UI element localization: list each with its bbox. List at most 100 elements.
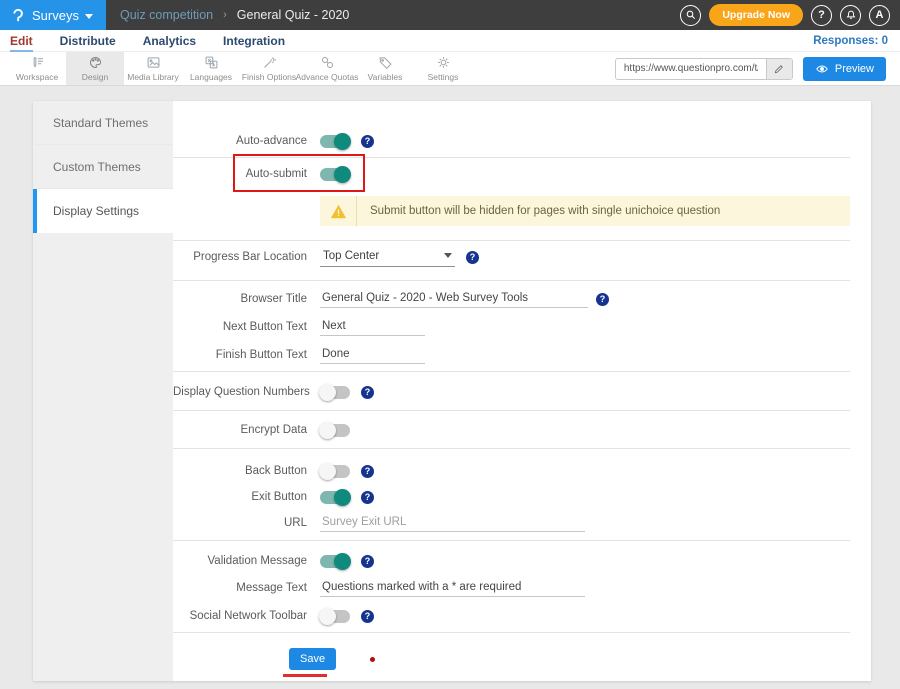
browser-title-input[interactable] bbox=[320, 290, 588, 308]
exit-url-row: URL bbox=[173, 510, 850, 536]
toolbar-item-workspace[interactable]: Workspace bbox=[8, 52, 66, 85]
encrypt-data-label: Encrypt Data bbox=[173, 424, 320, 436]
help-icon[interactable] bbox=[596, 293, 609, 306]
upgrade-now-button[interactable]: Upgrade Now bbox=[709, 4, 803, 26]
toolbar-item-variables[interactable]: Variables bbox=[356, 52, 414, 85]
auto-submit-row: Auto-submit bbox=[173, 161, 850, 187]
finish-options-wand-icon bbox=[262, 55, 277, 70]
variables-tag-icon bbox=[378, 55, 393, 70]
auto-submit-toggle[interactable] bbox=[320, 168, 350, 181]
browser-title-row: Browser Title bbox=[173, 286, 850, 312]
display-settings-panel: Standard Themes Custom Themes Display Se… bbox=[33, 101, 871, 681]
save-button[interactable]: Save bbox=[289, 648, 336, 670]
questionpro-logo-icon bbox=[10, 6, 26, 24]
back-button-label: Back Button bbox=[173, 465, 320, 477]
help-icon[interactable] bbox=[466, 251, 479, 264]
divider bbox=[173, 280, 850, 281]
toolbar-item-languages[interactable]: Languages bbox=[182, 52, 240, 85]
toolbar-item-settings[interactable]: Settings bbox=[414, 52, 472, 85]
save-row: Save bbox=[173, 647, 850, 671]
display-settings-content: Auto-advance Auto-submit Submit button w… bbox=[173, 101, 872, 681]
message-text-row: Message Text bbox=[173, 575, 850, 601]
validation-message-label: Validation Message bbox=[173, 555, 320, 567]
search-icon[interactable] bbox=[680, 5, 701, 26]
progress-bar-location-value: Top Center bbox=[323, 250, 379, 262]
toolbar-item-media-library[interactable]: Media Library bbox=[124, 52, 182, 85]
breadcrumb-survey-name: General Quiz - 2020 bbox=[237, 8, 350, 22]
social-network-toolbar-row: Social Network Toolbar bbox=[173, 603, 850, 629]
divider bbox=[173, 371, 850, 372]
media-library-icon bbox=[146, 55, 161, 70]
breadcrumb-separator: › bbox=[223, 9, 227, 21]
auto-advance-label: Auto-advance bbox=[173, 135, 320, 147]
message-text-input[interactable] bbox=[320, 579, 585, 597]
divider bbox=[173, 632, 850, 633]
avatar[interactable]: A bbox=[869, 5, 890, 26]
toolbar-item-finish-options[interactable]: Finish Options bbox=[240, 52, 298, 85]
warning-icon bbox=[320, 203, 356, 220]
auto-advance-toggle[interactable] bbox=[320, 135, 350, 148]
exit-button-row: Exit Button bbox=[173, 484, 850, 510]
toolbar-right: Preview bbox=[615, 52, 900, 85]
divider bbox=[173, 410, 850, 411]
chevron-down-icon bbox=[444, 253, 452, 258]
sidebar-item-display-settings[interactable]: Display Settings bbox=[33, 189, 173, 233]
next-button-text-label: Next Button Text bbox=[173, 321, 320, 333]
help-icon[interactable] bbox=[361, 135, 374, 148]
auto-advance-row: Auto-advance bbox=[173, 128, 850, 154]
tab-analytics[interactable]: Analytics bbox=[143, 34, 196, 48]
message-text-label: Message Text bbox=[173, 582, 320, 594]
red-dot-annotation bbox=[370, 657, 375, 662]
finish-button-text-label: Finish Button Text bbox=[173, 349, 320, 361]
divider bbox=[173, 448, 850, 449]
progress-bar-location-select[interactable]: Top Center bbox=[320, 248, 455, 267]
back-button-row: Back Button bbox=[173, 458, 850, 484]
encrypt-data-toggle[interactable] bbox=[320, 424, 350, 437]
next-button-text-input[interactable] bbox=[320, 318, 425, 336]
help-icon[interactable] bbox=[361, 555, 374, 568]
help-icon[interactable] bbox=[361, 465, 374, 478]
exit-url-label: URL bbox=[173, 517, 320, 529]
tab-distribute[interactable]: Distribute bbox=[60, 34, 116, 48]
display-question-numbers-row: Display Question Numbers bbox=[173, 379, 850, 405]
exit-url-input[interactable] bbox=[320, 514, 585, 532]
breadcrumb-folder[interactable]: Quiz competition bbox=[120, 8, 213, 22]
next-button-text-row: Next Button Text bbox=[173, 314, 850, 340]
survey-url-input[interactable] bbox=[616, 63, 766, 74]
sidebar-item-custom-themes[interactable]: Custom Themes bbox=[33, 145, 173, 189]
divider bbox=[173, 157, 850, 158]
responses-count[interactable]: Responses: 0 bbox=[813, 35, 900, 47]
survey-nav: Edit Distribute Analytics Integration Re… bbox=[0, 30, 900, 52]
validation-message-toggle[interactable] bbox=[320, 555, 350, 568]
display-question-numbers-toggle[interactable] bbox=[320, 386, 350, 399]
settings-gear-icon bbox=[436, 55, 451, 70]
social-network-toolbar-toggle[interactable] bbox=[320, 610, 350, 623]
toolbar-item-design[interactable]: Design bbox=[66, 52, 124, 85]
edit-url-pencil-icon[interactable] bbox=[766, 58, 792, 80]
tab-edit[interactable]: Edit bbox=[10, 34, 33, 48]
sidebar-item-standard-themes[interactable]: Standard Themes bbox=[33, 101, 173, 145]
social-network-toolbar-label: Social Network Toolbar bbox=[173, 610, 320, 622]
topbar-actions: Upgrade Now ? A bbox=[680, 4, 900, 26]
toolbar-item-advance-quotas[interactable]: Advance Quotas bbox=[298, 52, 356, 85]
help-icon[interactable] bbox=[361, 386, 374, 399]
progress-bar-location-label: Progress Bar Location bbox=[173, 251, 320, 263]
progress-bar-location-row: Progress Bar Location Top Center bbox=[173, 244, 850, 270]
display-question-numbers-label: Display Question Numbers bbox=[173, 386, 320, 398]
notifications-bell-icon[interactable] bbox=[840, 5, 861, 26]
warning-text: Submit button will be hidden for pages w… bbox=[357, 205, 720, 217]
surveys-menu-label: Surveys bbox=[32, 8, 79, 23]
page-background: Standard Themes Custom Themes Display Se… bbox=[0, 86, 900, 689]
exit-button-toggle[interactable] bbox=[320, 491, 350, 504]
preview-button[interactable]: Preview bbox=[803, 57, 886, 81]
red-underline-annotation bbox=[283, 674, 327, 677]
surveys-menu[interactable]: Surveys bbox=[0, 0, 106, 30]
tab-integration[interactable]: Integration bbox=[223, 34, 285, 48]
finish-button-text-row: Finish Button Text bbox=[173, 342, 850, 368]
finish-button-text-input[interactable] bbox=[320, 346, 425, 364]
help-circle-icon[interactable]: ? bbox=[811, 5, 832, 26]
divider bbox=[173, 540, 850, 541]
help-icon[interactable] bbox=[361, 610, 374, 623]
back-button-toggle[interactable] bbox=[320, 465, 350, 478]
help-icon[interactable] bbox=[361, 491, 374, 504]
